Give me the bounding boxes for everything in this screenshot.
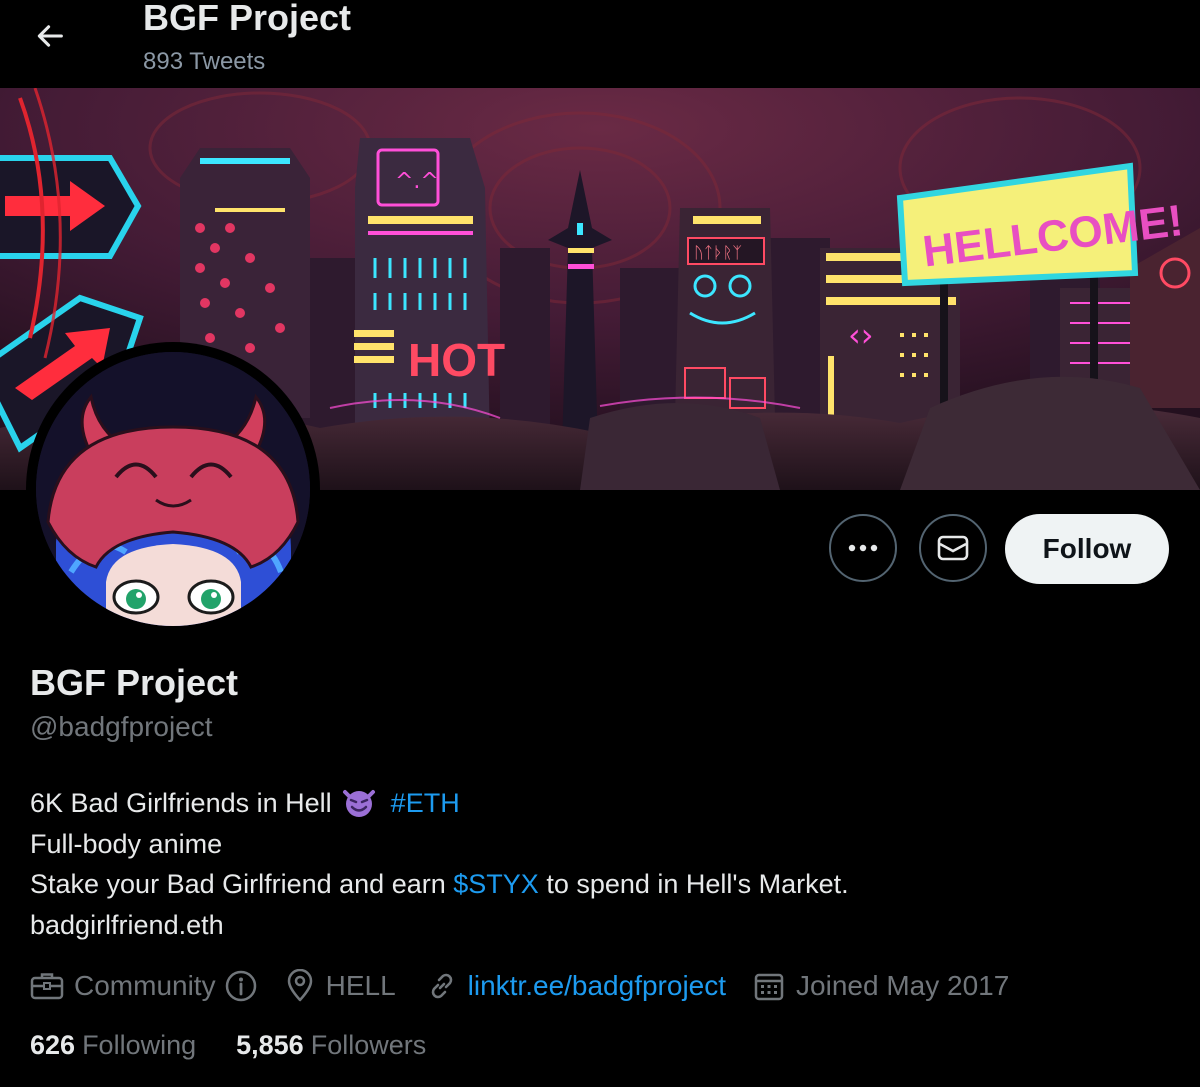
followers-stat[interactable]: 5,856 Followers bbox=[236, 1030, 426, 1061]
joined-label: Joined May 2017 bbox=[796, 970, 1010, 1001]
more-icon bbox=[848, 544, 878, 552]
top-bar: BGF Project 893 Tweets bbox=[0, 0, 1200, 88]
profile-meta: Community HELL linktr.ee/badgfproject Jo… bbox=[30, 966, 1009, 1006]
hashtag-link[interactable]: #ETH bbox=[391, 788, 460, 818]
tweet-count: 893 Tweets bbox=[143, 48, 266, 75]
cashtag-link[interactable]: $STYX bbox=[453, 869, 539, 899]
follow-stats: 626 Following 5,856 Followers bbox=[30, 1030, 426, 1061]
location-pin-icon bbox=[287, 969, 312, 1002]
hot-sign: HOT bbox=[408, 334, 505, 386]
following-label: Following bbox=[82, 1030, 197, 1060]
tower-sign: ᚢᛏᚦᚱᛉ bbox=[694, 243, 742, 262]
envelope-icon bbox=[937, 535, 969, 561]
avatar[interactable] bbox=[36, 352, 310, 626]
followers-count: 5,856 bbox=[236, 1030, 304, 1060]
category-label: Community bbox=[74, 970, 216, 1001]
location-label: HELL bbox=[325, 970, 396, 1001]
briefcase-icon bbox=[30, 973, 64, 1000]
bio-line1-text: 6K Bad Girlfriends in Hell bbox=[30, 788, 332, 818]
category-item: Community bbox=[30, 969, 258, 1003]
bio-line3-before: Stake your Bad Girlfriend and earn bbox=[30, 869, 446, 899]
message-button[interactable] bbox=[919, 514, 987, 582]
following-stat[interactable]: 626 Following bbox=[30, 1030, 196, 1061]
followers-label: Followers bbox=[310, 1030, 427, 1060]
bio-line-2: Full-body anime bbox=[30, 828, 223, 859]
back-button[interactable] bbox=[30, 16, 70, 56]
bio: 6K Bad Girlfriends in Hell #ETH Full-bod… bbox=[30, 783, 849, 945]
calendar-icon bbox=[754, 973, 784, 1001]
info-icon[interactable] bbox=[224, 969, 258, 1003]
header-title: BGF Project bbox=[143, 0, 352, 38]
svg-text:^.^: ^.^ bbox=[395, 169, 439, 194]
handle: @badgfproject bbox=[30, 711, 213, 742]
website-link[interactable]: linktr.ee/badgfproject bbox=[468, 970, 726, 1002]
more-button[interactable] bbox=[829, 514, 897, 582]
follow-button[interactable]: Follow bbox=[1005, 514, 1169, 584]
bio-line3-after: to spend in Hell's Market. bbox=[546, 869, 849, 899]
display-name: BGF Project bbox=[30, 662, 239, 703]
link-icon bbox=[431, 973, 452, 999]
joined-item: Joined May 2017 bbox=[754, 970, 1009, 1002]
following-count: 626 bbox=[30, 1030, 76, 1060]
bio-line-3: Stake your Bad Girlfriend and earn $STYX… bbox=[30, 864, 849, 905]
smiling-devil-emoji bbox=[343, 790, 376, 817]
bio-line-4: badgirlfriend.eth bbox=[30, 909, 224, 940]
location-item: HELL bbox=[286, 969, 396, 1003]
arrow-left-icon bbox=[37, 25, 63, 47]
bio-line-1: 6K Bad Girlfriends in Hell #ETH bbox=[30, 783, 849, 824]
website-item: linktr.ee/badgfproject bbox=[426, 970, 726, 1002]
svg-text:‹›: ‹› bbox=[848, 316, 874, 354]
